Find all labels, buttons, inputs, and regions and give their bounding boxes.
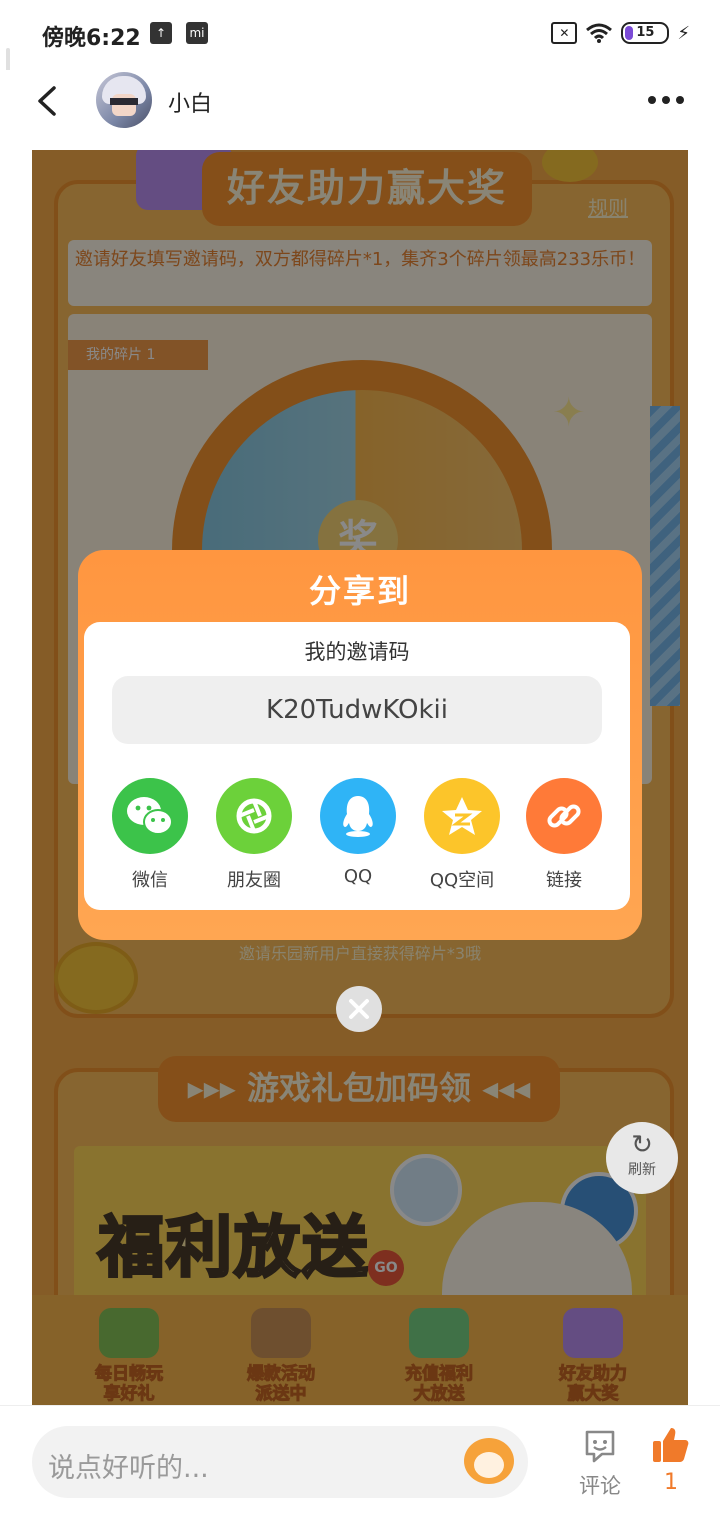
upload-icon: ↑: [150, 22, 172, 44]
refresh-button[interactable]: ↻ 刷新: [606, 1122, 678, 1194]
share-wechat[interactable]: 微信: [110, 778, 190, 892]
share-label: 链接: [546, 870, 582, 891]
comment-icon: [585, 1430, 615, 1463]
invite-code-box[interactable]: K20TudwKOkii: [112, 676, 602, 744]
more-icon[interactable]: [648, 96, 684, 104]
refresh-icon: ↻: [631, 1130, 653, 1160]
comment-button[interactable]: 评论: [574, 1428, 626, 1500]
share-modal-title: 分享到: [308, 572, 411, 610]
wechat-icon: [112, 778, 188, 854]
share-link[interactable]: 链接: [524, 778, 604, 892]
share-label: QQ: [343, 866, 373, 887]
qzone-icon: [424, 778, 500, 854]
qq-icon: [320, 778, 396, 854]
thumbs-up-icon: [653, 1428, 689, 1462]
comment-label: 评论: [579, 1474, 621, 1498]
share-qzone[interactable]: QQ空间: [422, 778, 502, 892]
battery-indicator: 15: [621, 22, 670, 44]
charging-icon: ⚡: [677, 22, 690, 44]
link-icon: [526, 778, 602, 854]
battery-level: 15: [636, 25, 655, 40]
comment-placeholder: 说点好听的...: [48, 1453, 209, 1484]
close-icon: [349, 999, 369, 1019]
like-count: 1: [664, 1470, 678, 1495]
share-qq[interactable]: QQ: [318, 778, 398, 887]
moments-icon: [216, 778, 292, 854]
username[interactable]: 小白: [168, 86, 212, 118]
no-sim-icon: ✕: [551, 22, 578, 44]
share-label: 朋友圈: [227, 870, 281, 891]
status-time: 傍晚6:22: [42, 26, 141, 51]
like-button[interactable]: 1: [648, 1426, 694, 1495]
wifi-icon: [586, 23, 613, 43]
refresh-label: 刷新: [628, 1162, 656, 1178]
status-icons: ✕ 15 ⚡: [551, 22, 690, 44]
mi-icon: mi: [186, 22, 208, 44]
close-button[interactable]: [336, 986, 382, 1032]
invite-code-label: 我的邀请码: [304, 640, 410, 664]
avatar[interactable]: [96, 72, 152, 128]
emoji-mascot-icon[interactable]: [464, 1438, 514, 1484]
share-label: QQ空间: [429, 870, 495, 891]
back-arrow-icon[interactable]: [32, 84, 66, 118]
share-moments[interactable]: 朋友圈: [214, 778, 294, 892]
share-label: 微信: [132, 870, 168, 891]
